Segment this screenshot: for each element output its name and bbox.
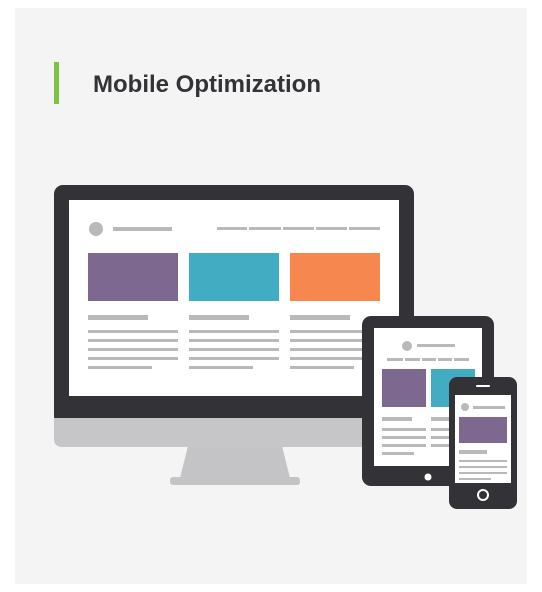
responsive-devices-illustration (54, 185, 517, 509)
desktop-monitor-icon (54, 185, 414, 485)
smartphone-icon (449, 377, 517, 509)
